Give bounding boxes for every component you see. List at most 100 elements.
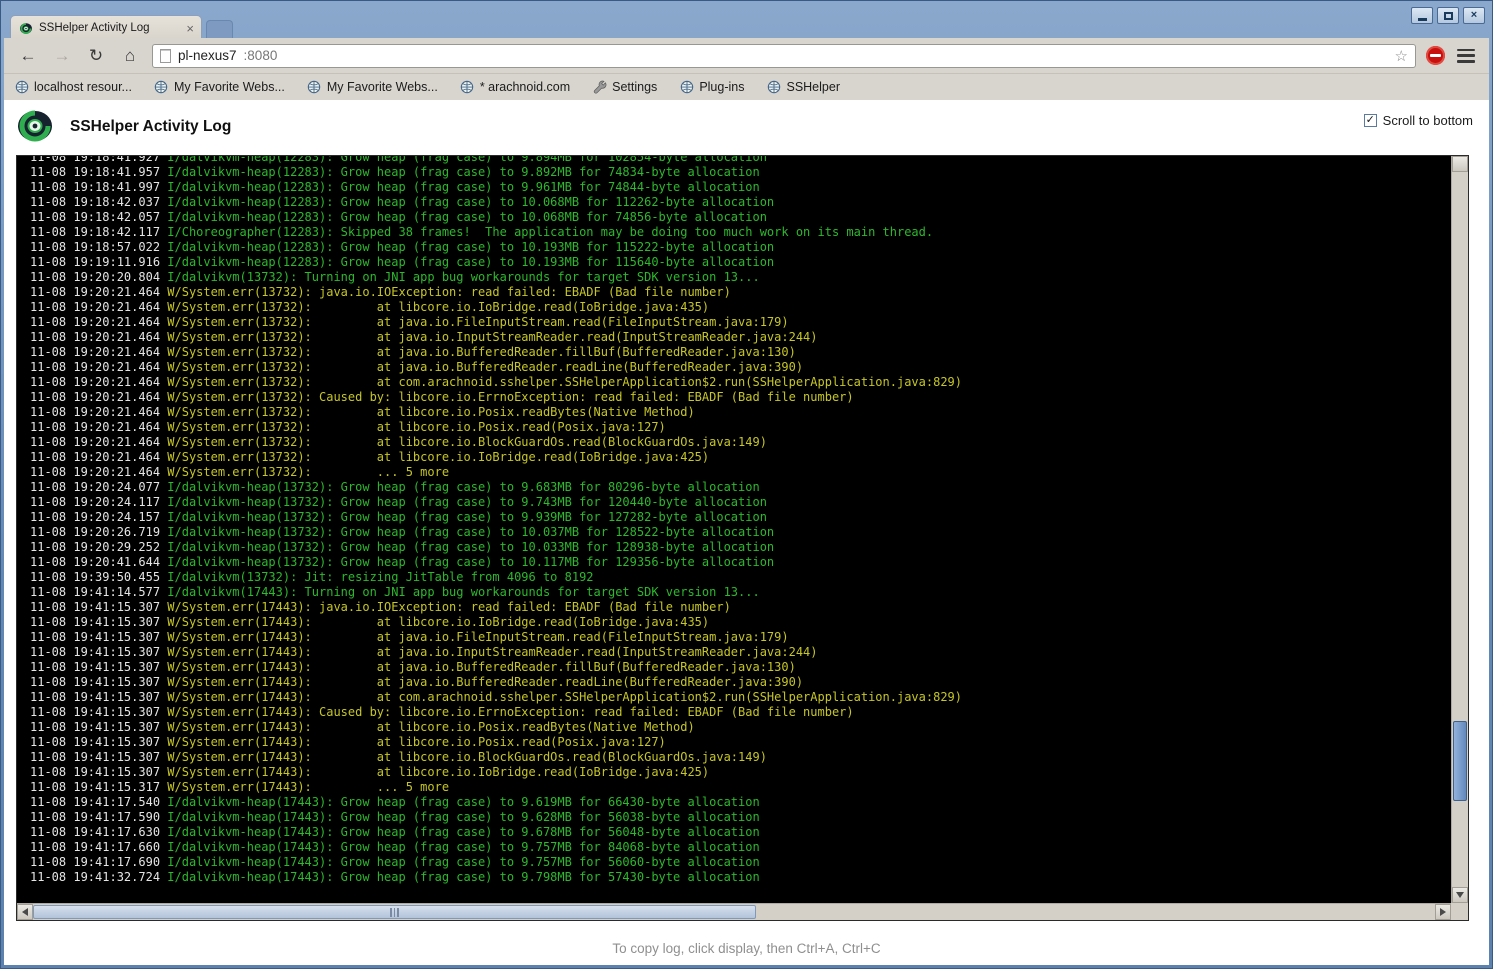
menu-button[interactable] [1455,47,1477,65]
log-line: 11-08 19:20:21.464 W/System.err(13732): … [30,285,1451,300]
log-line: 11-08 19:20:41.644 I/dalvikvm-heap(13732… [30,555,1451,570]
log-line: 11-08 19:41:15.307 W/System.err(17443): … [30,705,1451,720]
background-tab[interactable] [206,20,233,40]
globe-icon [307,79,322,94]
tab-close-icon[interactable]: × [186,22,194,35]
log-line: 11-08 19:20:24.117 I/dalvikvm-heap(13732… [30,495,1451,510]
scroll-right-button[interactable] [1435,904,1451,920]
globe-icon [14,79,29,94]
wrench-icon [592,79,607,94]
forward-icon: → [54,46,71,66]
horizontal-scrollbar-thumb[interactable] [33,905,756,919]
bookmark-item[interactable]: * arachnoid.com [460,79,570,94]
browser-window: SSHelper Activity Log × × ← → ↻ ⌂ pl-nex… [0,0,1493,969]
log-line: 11-08 19:41:32.724 I/dalvikvm-heap(17443… [30,870,1451,885]
scrollbar-corner [1451,903,1468,920]
tab-favicon-icon [18,21,33,36]
log-line: 11-08 19:20:21.464 W/System.err(13732): … [30,300,1451,315]
log-line: 11-08 19:20:29.252 I/dalvikvm-heap(13732… [30,540,1451,555]
scroll-to-bottom-checkbox[interactable]: ✓ [1364,114,1377,127]
home-button[interactable]: ⌂ [118,44,142,68]
address-bar[interactable]: pl-nexus7:8080 ☆ [152,44,1416,68]
minimize-button[interactable] [1411,7,1433,24]
adblock-icon[interactable] [1426,46,1445,65]
page-icon [160,49,171,63]
log-line: 11-08 19:41:15.307 W/System.err(17443): … [30,600,1451,615]
log-line: 11-08 19:20:21.464 W/System.err(13732): … [30,465,1451,480]
back-button[interactable]: ← [16,44,40,68]
log-line: 11-08 19:39:50.455 I/dalvikvm(13732): Ji… [30,570,1451,585]
reload-icon: ↻ [89,46,103,66]
tab-sshelper-activity-log[interactable]: SSHelper Activity Log × [10,15,202,40]
home-icon: ⌂ [125,46,135,66]
log-lines: 11-08 19:18:41.927 I/dalvikvm-heap(12283… [30,156,1451,885]
vertical-scrollbar-thumb[interactable] [1453,721,1467,801]
page-title: SSHelper Activity Log [70,118,231,136]
log-line: 11-08 19:41:14.577 I/dalvikvm(17443): Tu… [30,585,1451,600]
log-line: 11-08 19:41:15.307 W/System.err(17443): … [30,645,1451,660]
bookmark-label: * arachnoid.com [480,80,570,94]
log-line: 11-08 19:41:15.317 W/System.err(17443): … [30,780,1451,795]
scroll-down-button[interactable] [1452,887,1468,903]
log-line: 11-08 19:41:15.307 W/System.err(17443): … [30,765,1451,780]
arrow-down-icon [1456,892,1464,898]
log-line: 11-08 19:20:21.464 W/System.err(13732): … [30,420,1451,435]
navigation-toolbar: ← → ↻ ⌂ pl-nexus7:8080 ☆ [4,38,1489,74]
bookmark-item[interactable]: SSHelper [766,79,840,94]
bookmark-star-icon[interactable]: ☆ [1395,47,1408,65]
minimize-icon [1418,18,1427,21]
log-line: 11-08 19:20:24.077 I/dalvikvm-heap(13732… [30,480,1451,495]
maximize-icon [1444,12,1453,20]
copy-hint-text: To copy log, click display, then Ctrl+A,… [4,941,1489,956]
log-line: 11-08 19:41:17.630 I/dalvikvm-heap(17443… [30,825,1451,840]
checkmark-icon: ✓ [1366,115,1375,126]
log-line: 11-08 19:41:15.307 W/System.err(17443): … [30,615,1451,630]
log-line: 11-08 19:41:15.307 W/System.err(17443): … [30,630,1451,645]
reload-button[interactable]: ↻ [84,44,108,68]
log-line: 11-08 19:41:17.660 I/dalvikvm-heap(17443… [30,840,1451,855]
log-line: 11-08 19:41:15.307 W/System.err(17443): … [30,660,1451,675]
bookmarks-bar: localhost resour... My Favorite Webs... My… [4,74,1489,99]
menu-bar-icon [1457,54,1475,57]
sshelper-logo-icon [15,108,55,149]
log-line: 11-08 19:18:42.037 I/dalvikvm-heap(12283… [30,195,1451,210]
horizontal-scrollbar[interactable] [17,903,1451,920]
scroll-to-bottom-label: Scroll to bottom [1383,113,1473,128]
browser-chrome: ← → ↻ ⌂ pl-nexus7:8080 ☆ localhost resou… [4,38,1489,100]
log-line: 11-08 19:20:26.719 I/dalvikvm-heap(13732… [30,525,1451,540]
log-line: 11-08 19:20:21.464 W/System.err(13732): … [30,315,1451,330]
vertical-scrollbar[interactable] [1451,156,1468,903]
arrow-left-icon [22,908,28,916]
bookmark-item[interactable]: localhost resour... [14,79,132,94]
scroll-up-button[interactable] [1452,156,1468,172]
grip-icon [397,908,399,917]
globe-icon [154,79,169,94]
log-line: 11-08 19:41:15.307 W/System.err(17443): … [30,690,1451,705]
close-icon: × [1471,10,1477,21]
forward-button[interactable]: → [50,44,74,68]
bookmark-item[interactable]: My Favorite Webs... [154,79,285,94]
log-line: 11-08 19:41:17.540 I/dalvikvm-heap(17443… [30,795,1451,810]
log-line: 11-08 19:19:11.916 I/dalvikvm-heap(12283… [30,255,1451,270]
log-panel: 11-08 19:18:41.927 I/dalvikvm-heap(12283… [16,155,1469,921]
close-button[interactable]: × [1463,7,1485,24]
bookmark-item[interactable]: Settings [592,79,657,94]
log-line: 11-08 19:20:21.464 W/System.err(13732): … [30,390,1451,405]
bookmark-item[interactable]: Plug-ins [679,79,744,94]
log-line: 11-08 19:20:21.464 W/System.err(13732): … [30,450,1451,465]
log-display[interactable]: 11-08 19:18:41.927 I/dalvikvm-heap(12283… [17,156,1451,903]
url-host: pl-nexus7 [178,48,237,63]
menu-bar-icon [1457,49,1475,52]
log-line: 11-08 19:18:41.927 I/dalvikvm-heap(12283… [30,156,1451,165]
log-line: 11-08 19:41:15.307 W/System.err(17443): … [30,720,1451,735]
scroll-left-button[interactable] [17,904,33,920]
log-line: 11-08 19:18:57.022 I/dalvikvm-heap(12283… [30,240,1451,255]
back-icon: ← [20,46,37,66]
log-line: 11-08 19:20:21.464 W/System.err(13732): … [30,405,1451,420]
bookmark-item[interactable]: My Favorite Webs... [307,79,438,94]
maximize-button[interactable] [1437,7,1459,24]
arrow-right-icon [1440,908,1446,916]
log-line: 11-08 19:20:21.464 W/System.err(13732): … [30,435,1451,450]
bookmark-label: My Favorite Webs... [327,80,438,94]
bookmark-label: SSHelper [786,80,840,94]
